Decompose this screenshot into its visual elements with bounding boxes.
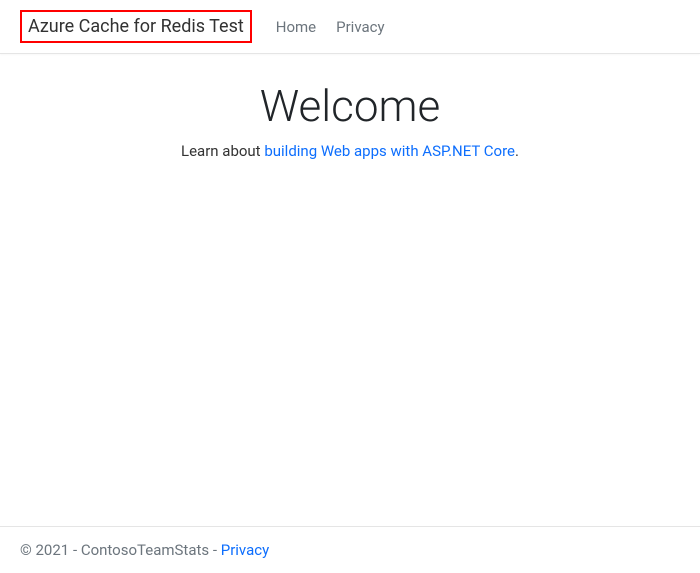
footer-copyright: © 2021 - ContosoTeamStats - [20,541,221,559]
welcome-subtitle: Learn about building Web apps with ASP.N… [0,142,700,160]
brand-link[interactable]: Azure Cache for Redis Test [20,10,252,43]
learn-link[interactable]: building Web apps with ASP.NET Core [264,142,515,160]
nav-home[interactable]: Home [266,12,326,42]
subtitle-suffix: . [515,142,519,160]
navbar: Azure Cache for Redis Test Home Privacy [0,0,700,54]
page-title: Welcome [0,80,700,132]
subtitle-prefix: Learn about [181,142,264,160]
footer: © 2021 - ContosoTeamStats - Privacy [0,526,700,573]
main-content: Welcome Learn about building Web apps wi… [0,54,700,526]
footer-privacy-link[interactable]: Privacy [221,541,269,559]
nav-privacy[interactable]: Privacy [326,12,394,42]
